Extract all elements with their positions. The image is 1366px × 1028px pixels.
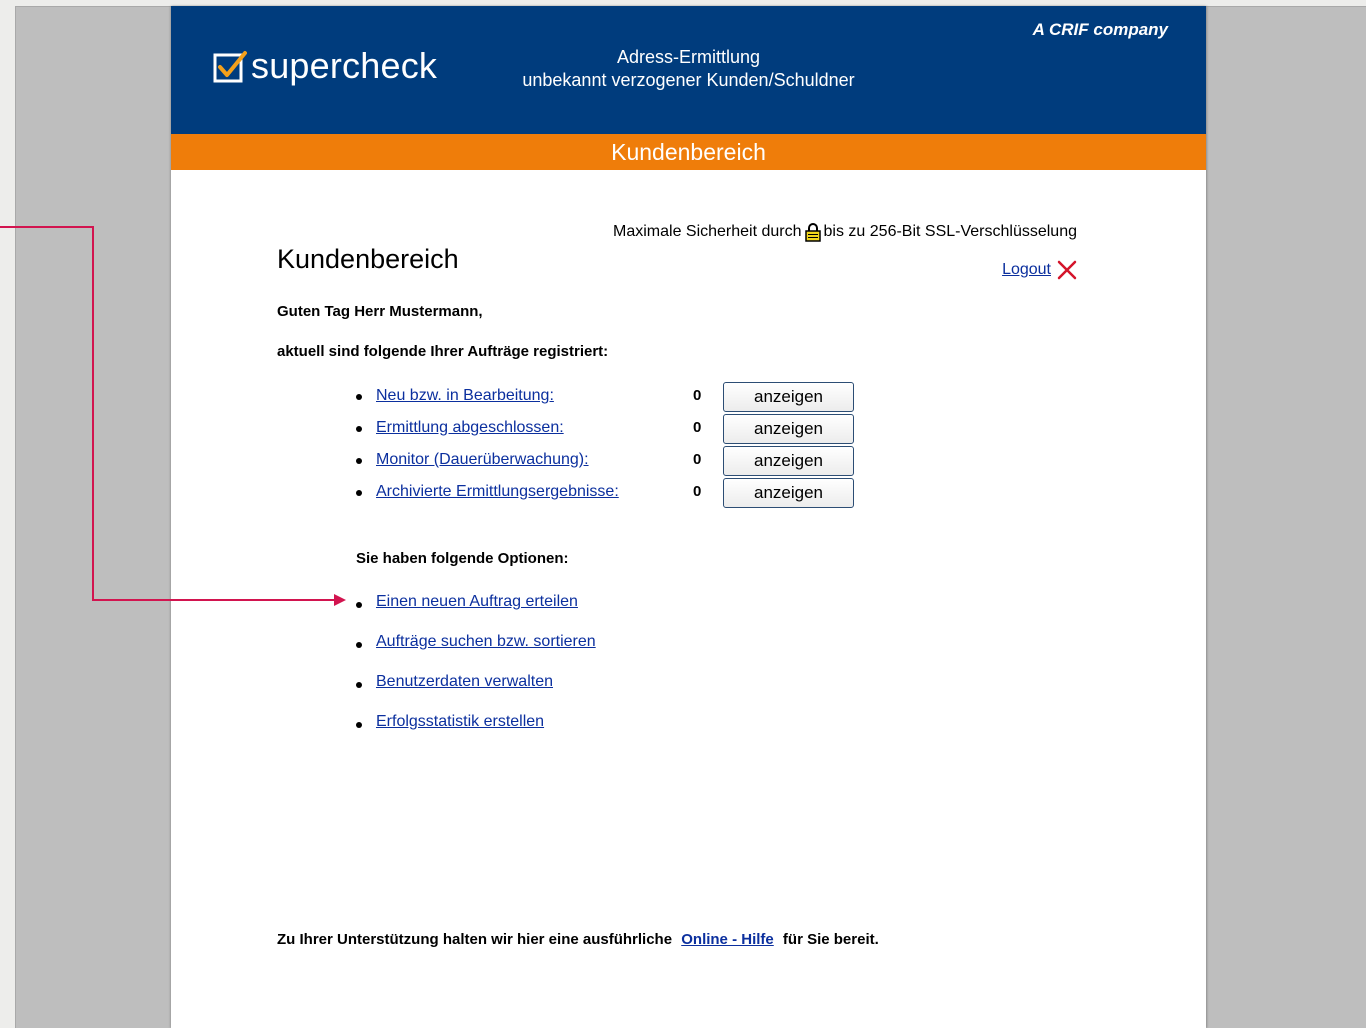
- order-link-archived[interactable]: Archivierte Ermittlungsergebnisse:: [376, 483, 619, 501]
- order-row-new: Neu bzw. in Bearbeitung: 0 anzeigen: [356, 382, 876, 414]
- logout-link[interactable]: Logout: [1002, 261, 1051, 279]
- order-count-archived: 0: [693, 483, 702, 500]
- header-title-line2: unbekannt verzogener Kunden/Schuldner: [522, 70, 855, 90]
- order-count-monitor: 0: [693, 451, 702, 468]
- order-link-completed[interactable]: Ermittlung abgeschlossen:: [376, 419, 564, 437]
- option-search-orders: Aufträge suchen bzw. sortieren: [356, 630, 756, 670]
- option-statistics: Erfolgsstatistik erstellen: [356, 710, 756, 750]
- option-new-order: Einen neuen Auftrag erteilen: [356, 590, 756, 630]
- order-row-archived: Archivierte Ermittlungsergebnisse: 0 anz…: [356, 478, 876, 510]
- bullet: [356, 682, 362, 688]
- show-archived-button[interactable]: anzeigen: [723, 478, 854, 508]
- bullet: [356, 394, 362, 400]
- orders-list: Neu bzw. in Bearbeitung: 0 anzeigen Ermi…: [356, 382, 876, 510]
- order-link-new[interactable]: Neu bzw. in Bearbeitung:: [376, 387, 554, 405]
- lock-icon: [804, 223, 821, 242]
- option-user-data: Benutzerdaten verwalten: [356, 670, 756, 710]
- section-bar: Kundenbereich: [171, 134, 1206, 170]
- logo-text: supercheck: [251, 45, 438, 86]
- search-orders-link[interactable]: Aufträge suchen bzw. sortieren: [376, 633, 596, 651]
- options-list: Einen neuen Auftrag erteilen Aufträge su…: [356, 590, 756, 750]
- show-completed-button[interactable]: anzeigen: [723, 414, 854, 444]
- checkbox-logo-icon: [213, 51, 247, 83]
- ssl-text-after: bis zu 256-Bit SSL-Verschlüsselung: [823, 223, 1077, 240]
- supercheck-logo[interactable]: supercheck: [213, 48, 437, 84]
- ssl-text-before: Maximale Sicherheit durch: [613, 223, 802, 240]
- bullet: [356, 458, 362, 464]
- order-count-completed: 0: [693, 419, 702, 436]
- bullet: [356, 642, 362, 648]
- intro-text: aktuell sind folgende Ihrer Aufträge reg…: [277, 343, 609, 360]
- bullet: [356, 722, 362, 728]
- footer-text-after: für Sie bereit.: [782, 931, 879, 948]
- order-count-new: 0: [693, 387, 702, 404]
- ssl-notice: Maximale Sicherheit durch bis zu 256-Bit…: [613, 222, 1077, 242]
- bullet: [356, 426, 362, 432]
- logout-area: Logout: [1002, 260, 1077, 280]
- crif-brand: A CRIF company: [1032, 20, 1168, 39]
- site-header: supercheck Adress-Ermittlung unbekannt v…: [171, 6, 1206, 134]
- show-monitor-button[interactable]: anzeigen: [723, 446, 854, 476]
- online-help-link[interactable]: Online - Hilfe: [681, 931, 774, 948]
- page-container: supercheck Adress-Ermittlung unbekannt v…: [171, 6, 1206, 1028]
- footer-help: Zu Ihrer Unterstützung halten wir hier e…: [277, 931, 879, 948]
- user-data-link[interactable]: Benutzerdaten verwalten: [376, 673, 553, 691]
- page-title: Kundenbereich: [277, 244, 459, 274]
- footer-text-before: Zu Ihrer Unterstützung halten wir hier e…: [277, 931, 673, 948]
- order-row-monitor: Monitor (Dauerüberwachung): 0 anzeigen: [356, 446, 876, 478]
- greeting-text: Guten Tag Herr Mustermann,: [277, 303, 483, 320]
- new-order-link[interactable]: Einen neuen Auftrag erteilen: [376, 593, 578, 611]
- header-title-line1: Adress-Ermittlung: [616, 47, 761, 67]
- options-heading: Sie haben folgende Optionen:: [356, 550, 569, 567]
- statistics-link[interactable]: Erfolgsstatistik erstellen: [376, 713, 544, 731]
- order-row-completed: Ermittlung abgeschlossen: 0 anzeigen: [356, 414, 876, 446]
- show-new-button[interactable]: anzeigen: [723, 382, 854, 412]
- close-icon[interactable]: [1057, 260, 1077, 280]
- bullet: [356, 490, 362, 496]
- header-title: Adress-Ermittlung unbekannt verzogener K…: [501, 46, 876, 92]
- order-link-monitor[interactable]: Monitor (Dauerüberwachung):: [376, 451, 589, 469]
- bullet: [356, 602, 362, 608]
